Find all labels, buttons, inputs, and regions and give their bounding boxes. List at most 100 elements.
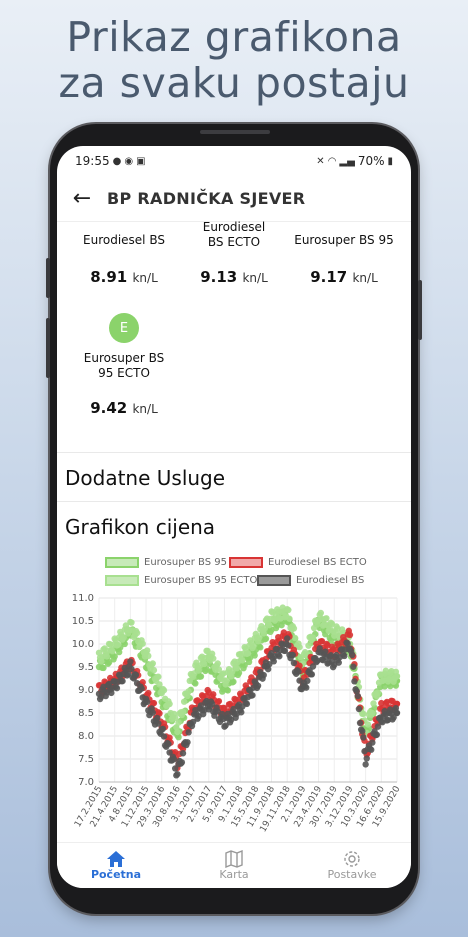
data-point	[341, 652, 348, 660]
battery-percent: 70%	[357, 154, 385, 168]
mute-icon: ✕	[316, 155, 325, 167]
data-point	[184, 739, 191, 746]
data-point	[243, 700, 251, 708]
data-point	[295, 668, 302, 675]
data-point	[149, 709, 156, 716]
nav-label: Karta	[219, 868, 249, 881]
data-point	[170, 756, 178, 763]
data-point	[114, 641, 122, 648]
data-point	[185, 688, 192, 695]
fuel-price: 8.91 kn/L	[65, 268, 183, 286]
data-point	[143, 698, 151, 706]
phone-power-button	[418, 280, 422, 340]
bottom-navigation: Početna Karta Postavke	[57, 842, 411, 888]
chart-heading: Grafikon cijena	[65, 515, 216, 539]
battery-icon: ▮	[387, 155, 393, 167]
divider	[57, 452, 411, 453]
data-point	[180, 698, 188, 705]
phone-screen: 19:55 ● ◉ ▣ ✕ ◠ ▂▄ 70% ▮ ← BP RADNIČKA S…	[57, 146, 411, 888]
ecto-badge: E	[109, 313, 139, 343]
data-point	[291, 634, 299, 642]
data-point	[369, 709, 376, 717]
fuel-name: Eurosuper BS 95 ECTO	[83, 351, 165, 380]
data-point	[322, 648, 329, 655]
data-point	[239, 657, 246, 664]
data-point	[113, 684, 121, 692]
data-point	[160, 687, 168, 694]
price-chart: 7.07.58.08.59.09.510.010.511.017.2.20152…	[72, 593, 403, 834]
legend-item[interactable]: Eurodiesel BS ECTO	[229, 557, 367, 568]
legend-item[interactable]: Eurosuper BS 95	[105, 557, 227, 568]
data-point	[373, 731, 381, 738]
price-value: 9.13	[200, 268, 238, 286]
data-point	[351, 678, 358, 685]
nav-home[interactable]: Početna	[57, 843, 175, 888]
fuel-item-eurodiesel-bs-ecto: Eurodiesel BS ECTO 9.13 kn/L	[175, 220, 293, 286]
data-point	[374, 689, 382, 696]
y-tick-label: 8.5	[78, 708, 94, 719]
home-icon	[107, 851, 125, 867]
data-point	[192, 680, 199, 687]
legend-label: Eurodiesel BS ECTO	[268, 557, 367, 568]
data-point	[290, 659, 298, 667]
data-point	[109, 648, 116, 655]
data-point	[145, 652, 152, 660]
y-tick-label: 8.0	[78, 731, 94, 742]
spotify-icon: ●	[112, 155, 122, 167]
data-point	[370, 700, 377, 707]
data-point	[127, 658, 134, 665]
data-point	[346, 631, 354, 639]
data-point	[197, 673, 205, 680]
y-tick-label: 10.0	[72, 639, 94, 650]
data-point	[201, 660, 208, 668]
legend-item[interactable]: Eurosuper BS 95 ECTO	[105, 575, 257, 586]
data-point	[128, 619, 135, 626]
data-point	[210, 691, 217, 698]
back-arrow-icon[interactable]: ←	[57, 186, 107, 211]
data-point	[250, 642, 257, 650]
services-heading[interactable]: Dodatne Usluge	[65, 466, 225, 490]
data-point	[360, 734, 367, 741]
data-point	[290, 625, 298, 632]
data-point	[179, 750, 187, 757]
data-point	[251, 652, 258, 659]
y-tick-label: 11.0	[72, 593, 94, 604]
data-point	[175, 719, 182, 726]
nav-settings[interactable]: Postavke	[293, 843, 411, 888]
data-point	[360, 710, 367, 718]
data-point	[305, 642, 312, 649]
data-point	[359, 727, 366, 735]
data-point	[309, 634, 317, 641]
data-point	[174, 728, 181, 736]
data-point	[165, 740, 172, 748]
data-point	[356, 719, 364, 727]
data-point	[266, 621, 273, 629]
data-point	[363, 755, 370, 762]
legend-item[interactable]: Eurodiesel BS	[257, 575, 364, 586]
nav-map[interactable]: Karta	[175, 843, 293, 888]
nav-label: Početna	[90, 868, 142, 881]
data-point	[308, 671, 316, 678]
data-point	[238, 709, 245, 716]
y-tick-label: 9.0	[78, 685, 94, 696]
data-point	[362, 761, 369, 768]
legend-label: Eurosuper BS 95 ECTO	[144, 575, 258, 586]
data-point	[133, 629, 141, 637]
divider	[57, 501, 411, 502]
promo-headline: Prikaz grafikona za svaku postaju	[0, 14, 468, 106]
data-point	[393, 709, 401, 717]
data-point	[364, 721, 372, 728]
data-point	[348, 651, 356, 659]
fuel-price: 9.42 kn/L	[65, 399, 183, 417]
app-bar: ← BP RADNIČKA SJEVER	[57, 176, 411, 222]
fuel-item-eurosuper-bs-95-ecto: Eurosuper BS 95 ECTO 9.42 kn/L	[65, 351, 183, 417]
data-point	[354, 692, 361, 700]
data-point	[317, 609, 325, 617]
data-point	[178, 759, 186, 766]
data-point	[284, 635, 291, 642]
gallery-icon: ▣	[136, 155, 146, 167]
price-unit: kn/L	[242, 271, 268, 285]
data-point	[224, 687, 232, 694]
data-point	[369, 739, 376, 746]
data-point	[303, 684, 310, 691]
